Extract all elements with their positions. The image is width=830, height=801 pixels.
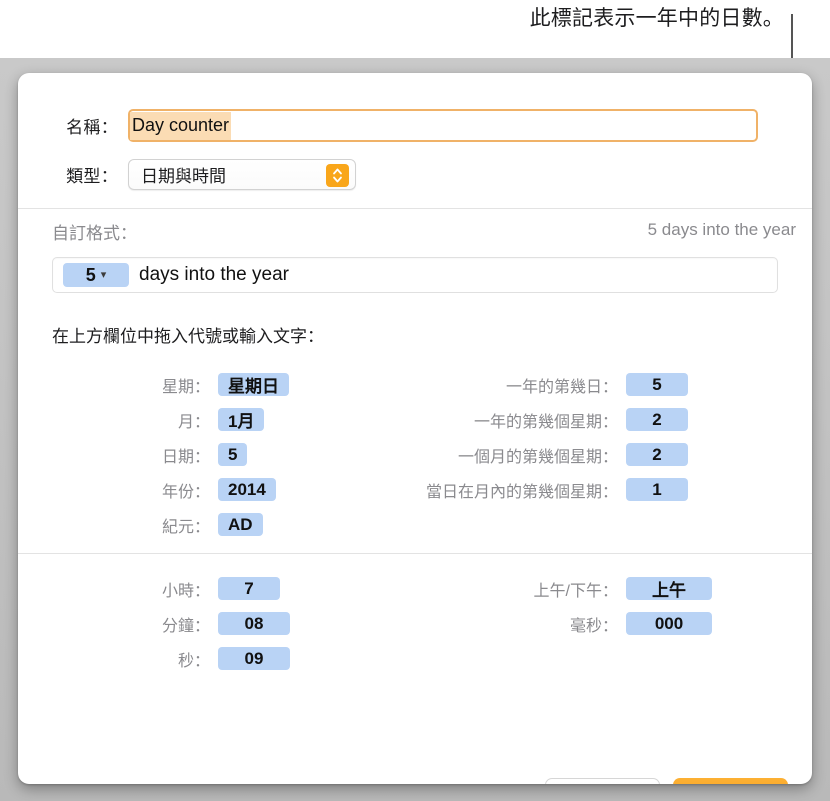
custom-format-field[interactable]: 5 ▾ days into the year <box>52 257 778 293</box>
format-token-day-of-year[interactable]: 5 ▾ <box>63 263 129 287</box>
token-label: 毫秒： <box>569 617 618 635</box>
token-label: 紀元： <box>161 518 210 536</box>
token-label: 上午/下午： <box>533 582 618 600</box>
token-row-hour: 小時： 7 <box>70 577 280 600</box>
name-input[interactable] <box>128 109 758 142</box>
token-pill-week-of-month[interactable]: 2 <box>626 443 688 466</box>
custom-format-preview: 5 days into the year <box>647 220 796 239</box>
cancel-button[interactable]: 取消 <box>545 778 660 784</box>
token-pill-am-pm[interactable]: 上午 <box>626 577 712 600</box>
section-divider-bottom <box>18 553 812 554</box>
token-label: 秒： <box>177 652 210 670</box>
token-row-weekday: 星期： 星期日 <box>70 373 289 396</box>
token-pill-minute[interactable]: 08 <box>218 612 290 635</box>
token-label: 小時： <box>161 582 210 600</box>
type-select-value: 日期與時間 <box>141 167 226 186</box>
token-row-am-pm: 上午/下午： 上午 <box>478 577 712 600</box>
section-divider-top <box>18 208 812 209</box>
field-format-dialog: 名稱： Day counter 類型： 日期與時間 自訂格式： 5 days i… <box>18 73 812 784</box>
token-row-minute: 分鐘： 08 <box>70 612 290 635</box>
token-label: 月： <box>177 413 210 431</box>
token-pill-year[interactable]: 2014 <box>218 478 276 501</box>
token-row-year: 年份： 2014 <box>70 478 276 501</box>
token-pill-second[interactable]: 09 <box>218 647 290 670</box>
callout-text: 此標記表示一年中的日數。 <box>529 7 784 30</box>
stepper-up-down-icon[interactable] <box>326 164 349 187</box>
type-label: 類型： <box>66 167 118 186</box>
name-label: 名稱： <box>66 118 118 137</box>
token-row-month: 月： 1月 <box>70 408 265 431</box>
token-row-second: 秒： 09 <box>70 647 290 670</box>
format-literal-text: days into the year <box>139 264 289 285</box>
chevron-down-icon[interactable]: ▾ <box>101 269 107 281</box>
token-pill-millisecond[interactable]: 000 <box>626 612 712 635</box>
token-label: 星期： <box>161 378 210 396</box>
token-row-day-of-year: 一年的第幾日： 5 <box>388 373 688 396</box>
token-label: 日期： <box>161 448 210 466</box>
token-label: 一年的第幾個星期： <box>473 413 618 431</box>
token-label: 分鐘： <box>161 617 210 635</box>
token-pill-day-of-year[interactable]: 5 <box>626 373 688 396</box>
token-row-weekday-ordinal: 當日在月內的第幾個星期： 1 <box>388 478 688 501</box>
token-pill-day[interactable]: 5 <box>218 443 248 466</box>
token-row-millisecond: 毫秒： 000 <box>478 612 712 635</box>
token-pill-week-of-year[interactable]: 2 <box>626 408 688 431</box>
format-token-label: 5 <box>85 264 96 285</box>
token-label: 一個月的第幾個星期： <box>457 448 618 466</box>
type-row: 類型： 日期與時間 <box>18 159 812 190</box>
drag-hint-text: 在上方欄位中拖入代號或輸入文字： <box>52 327 324 346</box>
token-pill-weekday[interactable]: 星期日 <box>218 373 289 396</box>
token-pill-era[interactable]: AD <box>218 513 263 536</box>
name-row: 名稱： <box>18 109 812 142</box>
custom-format-label: 自訂格式： <box>52 224 137 243</box>
token-row-week-of-year: 一年的第幾個星期： 2 <box>388 408 688 431</box>
token-label: 一年的第幾日： <box>505 378 618 396</box>
type-select[interactable]: 日期與時間 <box>128 159 356 190</box>
token-pill-weekday-ordinal[interactable]: 1 <box>626 478 688 501</box>
token-row-week-of-month: 一個月的第幾個星期： 2 <box>388 443 688 466</box>
token-pill-hour[interactable]: 7 <box>218 577 280 600</box>
token-row-era: 紀元： AD <box>70 513 263 536</box>
token-row-day: 日期： 5 <box>70 443 248 466</box>
token-pill-month[interactable]: 1月 <box>218 408 265 431</box>
ok-button[interactable]: 好 <box>673 778 788 784</box>
token-label: 當日在月內的第幾個星期： <box>425 483 618 501</box>
token-label: 年份： <box>161 483 210 501</box>
